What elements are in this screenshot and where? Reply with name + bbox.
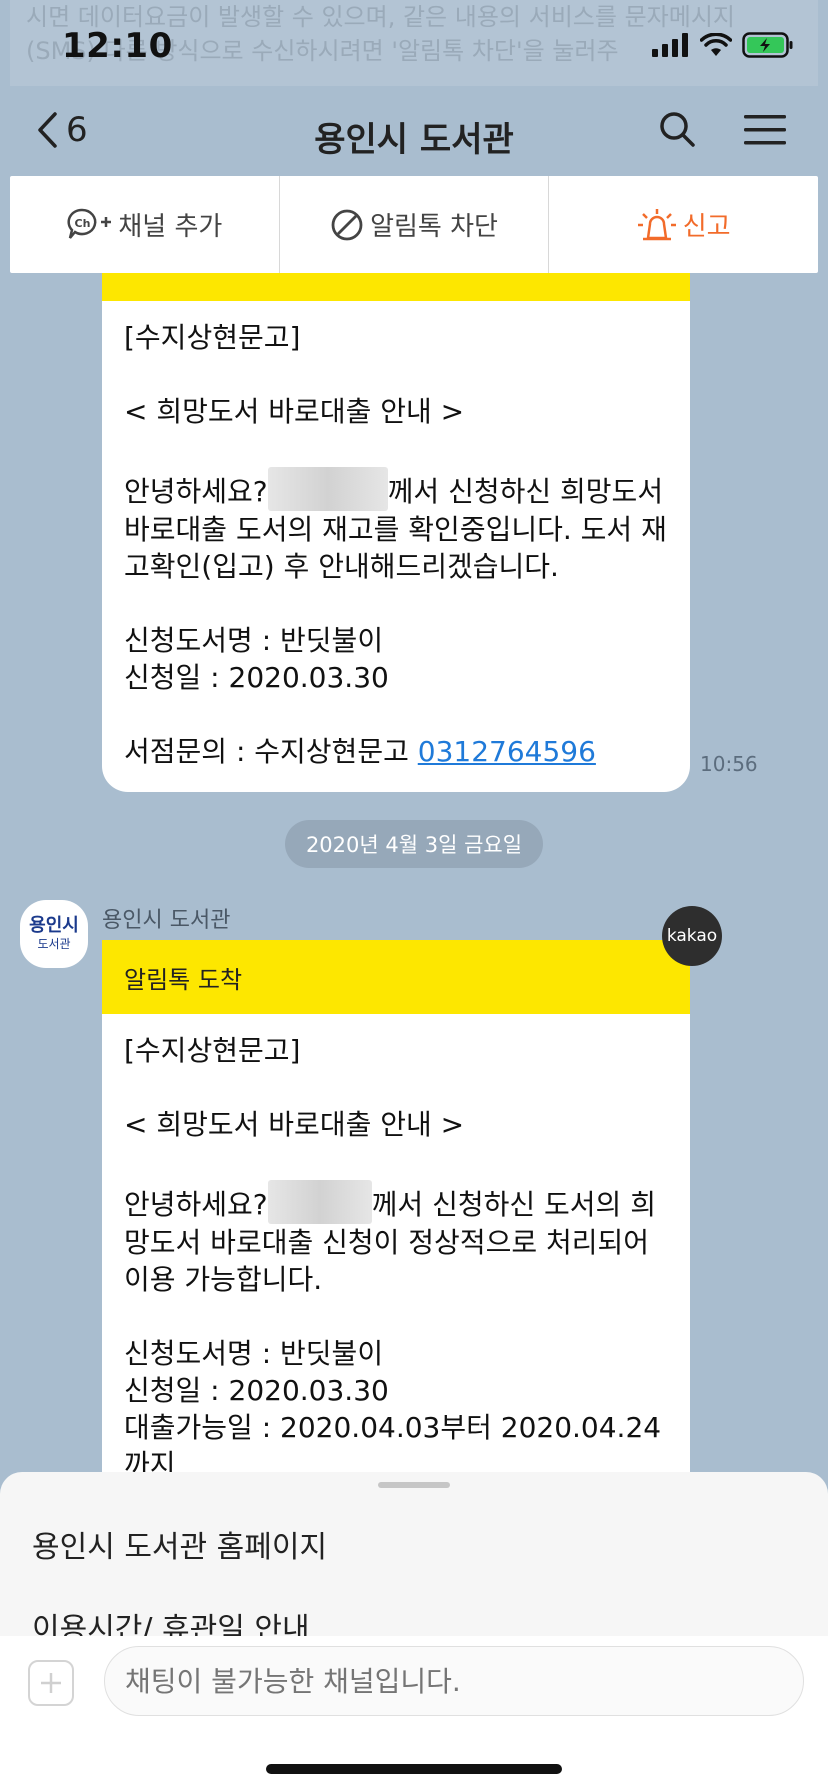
plus-icon: [41, 1673, 61, 1693]
hamburger-menu-icon: [744, 115, 786, 145]
svg-text:Ch: Ch: [75, 217, 91, 230]
channel-action-bar: Ch 채널 추가 알림톡 차단 신고: [10, 176, 818, 273]
chat-title: 용인시 도서관: [314, 120, 514, 160]
redacted-name: [267, 467, 388, 511]
date-divider: 2020년 4월 3일 금요일: [285, 820, 543, 868]
message-bubble: 알림톡 도착 [수지상현문고] < 희망도서 바로대출 안내 > 안녕하세요? 께…: [102, 940, 690, 1472]
home-indicator: [266, 1764, 562, 1774]
message-body: [수지상현문고] < 희망도서 바로대출 안내 > 안녕하세요? 께서 신청하신 …: [102, 1014, 690, 1472]
message-line: < 희망도서 바로대출 안내 >: [124, 1108, 465, 1141]
block-alimtalk-label: 알림톡 차단: [370, 212, 498, 242]
message-line: 신청도서명 : 반딧불이: [124, 1337, 384, 1370]
add-channel-button[interactable]: Ch 채널 추가: [10, 176, 280, 273]
message-line: 안녕하세요? 께서 신청하신 도서의 희: [124, 1180, 668, 1224]
avatar-logo-subtext: 도서관: [37, 937, 71, 951]
siren-icon: [637, 208, 676, 240]
message-header-strip: [102, 273, 690, 301]
message-line: 바로대출 도서의 재고를 확인중입니다. 도서 재: [124, 513, 667, 546]
block-alimtalk-button[interactable]: 알림톡 차단: [280, 176, 550, 273]
status-icons: [652, 32, 794, 58]
message-line: 망도서 바로대출 신청이 정상적으로 처리되어: [124, 1226, 650, 1259]
message-line: 신청일 : 2020.03.30: [124, 661, 389, 694]
message-line: 안녕하세요? 께서 신청하신 희망도서: [124, 467, 668, 511]
sender-name: 용인시 도서관: [102, 908, 231, 933]
avatar[interactable]: 용인시 도서관: [20, 900, 88, 968]
block-icon: [331, 209, 363, 240]
phone-link[interactable]: 0312764596: [418, 735, 596, 768]
search-icon: [660, 112, 695, 147]
wifi-icon: [700, 33, 732, 56]
message-line: < 희망도서 바로대출 안내 >: [124, 395, 465, 428]
menu-item-homepage[interactable]: 용인시 도서관 홈페이지: [32, 1522, 327, 1566]
cellular-signal-icon: [652, 33, 688, 57]
message-line: [수지상현문고]: [124, 1034, 301, 1067]
channel-plus-icon: Ch: [67, 208, 112, 239]
message-bubble: [수지상현문고] < 희망도서 바로대출 안내 > 안녕하세요? 께서 신청하신 …: [102, 273, 690, 792]
attach-button[interactable]: [28, 1660, 74, 1706]
add-channel-label: 채널 추가: [118, 212, 223, 242]
message-line: 대출가능일 : 2020.04.03부터 2020.04.24: [124, 1411, 662, 1444]
message-line: 신청일 : 2020.03.30: [124, 1374, 389, 1407]
kakao-badge: kakao: [662, 906, 722, 966]
report-button[interactable]: 신고: [549, 176, 818, 273]
message-line: 서점문의 : 수지상현문고 0312764596: [124, 735, 596, 768]
battery-icon: [742, 32, 793, 58]
status-time: 12:10: [62, 26, 173, 66]
message-line: [수지상현문고]: [124, 321, 301, 354]
chat-header: 6 용인시 도서관: [0, 92, 828, 172]
avatar-logo-text: 용인시: [29, 915, 79, 936]
chat-message-input[interactable]: [104, 1646, 804, 1716]
message-line: 고확인(입고) 후 안내해드리겠습니다.: [124, 550, 559, 583]
report-label: 신고: [682, 212, 731, 242]
message-line: 이용 가능합니다.: [124, 1263, 323, 1296]
message-time: 10:56: [700, 752, 758, 776]
message-header: 알림톡 도착: [102, 940, 690, 1014]
message-body: [수지상현문고] < 희망도서 바로대출 안내 > 안녕하세요? 께서 신청하신 …: [102, 301, 690, 792]
message-line: 신청도서명 : 반딧불이: [124, 624, 384, 657]
sheet-drag-handle[interactable]: [378, 1482, 450, 1488]
menu-button[interactable]: [744, 114, 786, 150]
search-button[interactable]: [658, 110, 696, 152]
redacted-name: [267, 1180, 372, 1224]
message-line: 까지: [124, 1448, 176, 1472]
